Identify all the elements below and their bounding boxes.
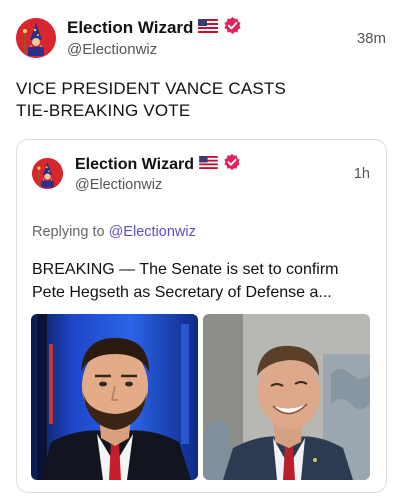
verified-badge-icon: [223, 16, 242, 40]
quoted-text-line: Pete Hegseth as Secretary of Defense a..…: [32, 284, 332, 301]
quoted-post-text: BREAKING — The Senate is set to confirm …: [32, 258, 377, 304]
quoted-author-name-row: Election Wizard: [75, 153, 241, 176]
author-name-row: Election Wizard: [67, 16, 242, 40]
reply-context: Replying to @Electionwiz: [32, 224, 196, 240]
us-flag-icon: [198, 18, 219, 38]
media-photo-2[interactable]: [203, 314, 370, 480]
reply-mention-link[interactable]: @Electionwiz: [109, 224, 196, 240]
post-text-line: TIE-BREAKING VOTE: [16, 101, 191, 120]
us-flag-icon: [199, 155, 218, 174]
post[interactable]: Election Wizard @Electionwiz 38m VICE PR…: [0, 0, 403, 500]
post-text: VICE PRESIDENT VANCE CASTS TIE-BREAKING …: [16, 78, 386, 122]
author-avatar[interactable]: [16, 18, 56, 58]
quoted-text-line: BREAKING — The Senate is set to confirm: [32, 261, 339, 278]
quoted-author-name[interactable]: Election Wizard: [75, 156, 194, 174]
media-photo-1[interactable]: [31, 314, 198, 480]
quoted-author-handle[interactable]: @Electionwiz: [75, 177, 162, 193]
quoted-post-time[interactable]: 1h: [354, 166, 370, 182]
author-handle[interactable]: @Electionwiz: [67, 41, 157, 58]
quoted-post-card[interactable]: Election Wizard @Electionwiz 1h Replying…: [16, 139, 387, 493]
post-text-line: VICE PRESIDENT VANCE CASTS: [16, 79, 287, 98]
quoted-author-avatar[interactable]: [32, 158, 63, 189]
verified-badge-icon: [223, 153, 241, 176]
reply-prefix: Replying to: [32, 224, 105, 240]
author-name[interactable]: Election Wizard: [67, 18, 193, 38]
post-time[interactable]: 38m: [357, 30, 386, 47]
